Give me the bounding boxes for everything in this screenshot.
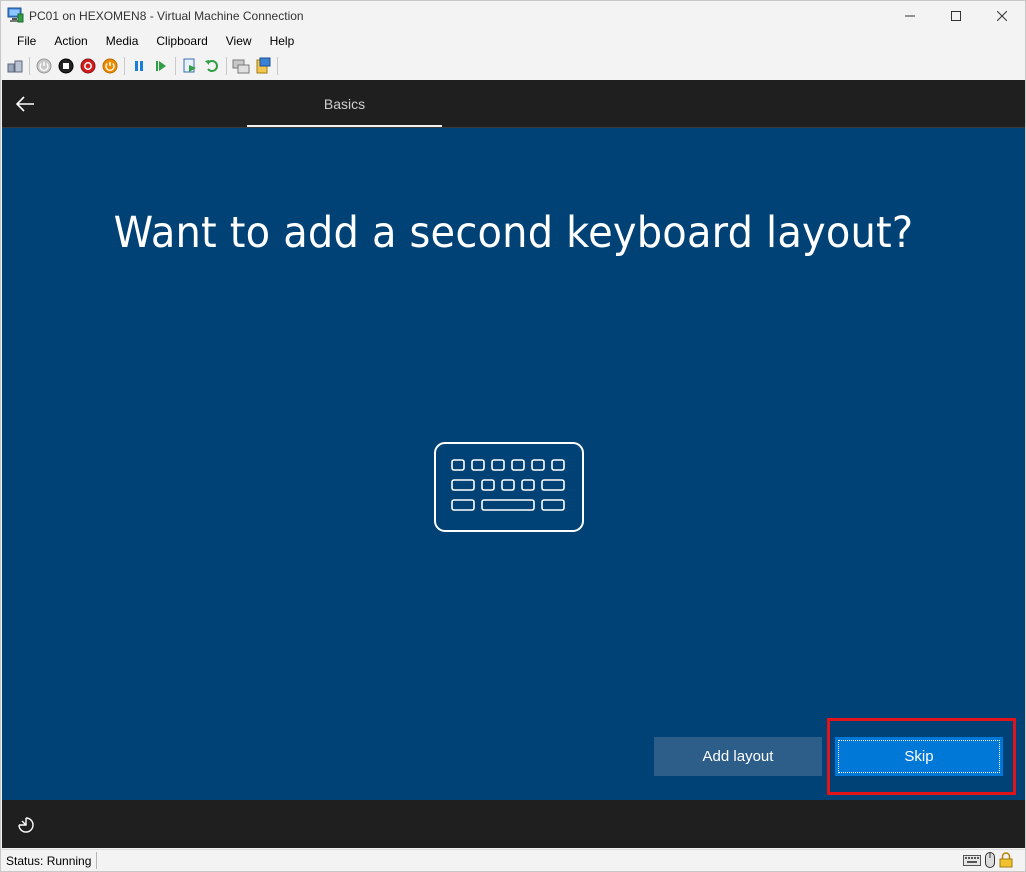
- vm-connection-icon: [7, 7, 24, 23]
- toolbar-separator: [29, 57, 30, 75]
- page-title: Want to add a second keyboard layout?: [113, 208, 914, 258]
- oobe-footer: [2, 800, 1025, 848]
- title-bar: PC01 on HEXOMEN8 - Virtual Machine Conne…: [1, 1, 1025, 30]
- vm-display[interactable]: Basics Want to add a second keyboard lay…: [2, 80, 1025, 848]
- power-button[interactable]: [99, 55, 121, 77]
- menu-file[interactable]: File: [8, 31, 45, 51]
- vm-connection-window: PC01 on HEXOMEN8 - Virtual Machine Conne…: [0, 0, 1026, 872]
- keyboard-status-icon: [963, 855, 981, 866]
- close-button[interactable]: [979, 1, 1025, 30]
- pause-button[interactable]: [128, 55, 150, 77]
- power-icon: [102, 58, 118, 74]
- pause-icon: [135, 61, 143, 71]
- back-button[interactable]: [12, 92, 38, 116]
- shut-down-button[interactable]: [77, 55, 99, 77]
- window-title: PC01 on HEXOMEN8 - Virtual Machine Conne…: [29, 9, 304, 23]
- resume-icon: [156, 61, 166, 71]
- mouse-status-icon: [985, 852, 995, 868]
- resume-button[interactable]: [150, 55, 172, 77]
- turn-off-button[interactable]: [55, 55, 77, 77]
- toolbar-separator: [277, 57, 278, 75]
- minimize-button[interactable]: [887, 1, 933, 30]
- add-layout-button[interactable]: Add layout: [654, 737, 822, 776]
- toolbar: [1, 53, 1025, 79]
- status-bar: Status: Running: [1, 849, 1025, 871]
- share-button[interactable]: [252, 55, 274, 77]
- checkpoint-icon: [183, 58, 196, 73]
- highlight-annotation: [827, 718, 1016, 795]
- share-icon: [256, 57, 271, 74]
- start-button[interactable]: [33, 55, 55, 77]
- checkpoint-button[interactable]: [179, 55, 201, 77]
- menu-action[interactable]: Action: [45, 31, 96, 51]
- turn-off-icon: [58, 58, 74, 74]
- oobe-header: Basics: [2, 80, 1025, 128]
- close-icon: [997, 10, 1007, 21]
- lock-status-icon: [999, 852, 1013, 868]
- toolbar-separator: [124, 57, 125, 75]
- menu-help[interactable]: Help: [261, 31, 304, 51]
- revert-icon: [205, 60, 218, 72]
- add-layout-label: Add layout: [702, 748, 774, 765]
- menu-bar: File Action Media Clipboard View Help: [1, 30, 1025, 52]
- enhanced-session-button[interactable]: [230, 55, 252, 77]
- status-separator: [96, 852, 97, 869]
- accessibility-icon: [18, 817, 34, 833]
- minimize-icon: [905, 15, 915, 16]
- toolbar-separator: [175, 57, 176, 75]
- enhanced-session-icon: [232, 59, 250, 74]
- header-divider: [2, 127, 1025, 128]
- revert-button[interactable]: [201, 55, 223, 77]
- maximize-icon: [951, 10, 961, 21]
- menu-media[interactable]: Media: [97, 31, 148, 51]
- status-text: Status: Running: [6, 854, 92, 868]
- menu-view[interactable]: View: [217, 31, 261, 51]
- status-icons: [963, 852, 1013, 868]
- tab-basics: Basics: [323, 96, 366, 112]
- start-icon: [36, 58, 52, 74]
- ctrl-alt-del-button[interactable]: [4, 55, 26, 77]
- toolbar-separator: [226, 57, 227, 75]
- back-arrow-icon: [15, 96, 34, 112]
- shut-down-icon: [80, 58, 96, 74]
- ctrl-alt-del-icon: [7, 60, 23, 73]
- keyboard-icon: [434, 442, 584, 532]
- maximize-button[interactable]: [933, 1, 979, 30]
- menu-clipboard[interactable]: Clipboard: [147, 31, 216, 51]
